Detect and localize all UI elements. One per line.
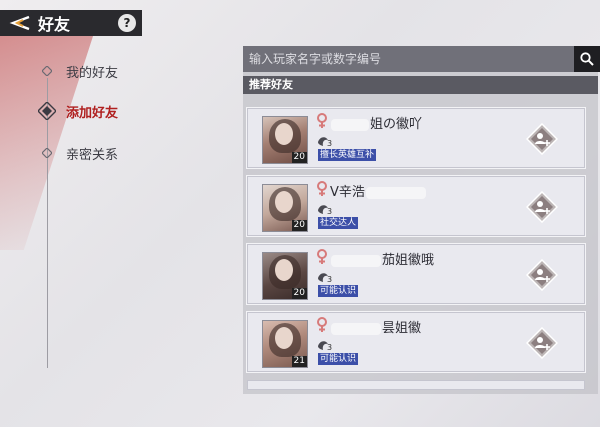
search-input[interactable]: [243, 46, 574, 72]
friend-list: 20 姐の徽吖 3 擅长英雄互补 20 V辛浩 3 社交达人 20 茄姐徽哦 3…: [246, 107, 588, 390]
back-arrow-icon[interactable]: [6, 10, 34, 36]
avatar[interactable]: 20: [262, 184, 308, 232]
add-friend-button[interactable]: [526, 327, 558, 359]
player-name: 茄姐徽哦: [330, 249, 434, 268]
rank-icon: 3: [316, 133, 332, 148]
nav-item-my-friends[interactable]: 我的好友: [38, 60, 118, 82]
friend-card[interactable]: 21 昙姐徽 3 可能认识: [246, 311, 586, 373]
name-mask: [331, 254, 381, 267]
page-title: 好友: [38, 15, 71, 34]
add-friend-button[interactable]: [526, 259, 558, 291]
avatar-face: [275, 327, 293, 349]
diamond-active-icon: [38, 102, 56, 120]
female-icon: [316, 317, 328, 337]
player-name: V辛浩: [330, 181, 427, 200]
rank-icon: 3: [316, 201, 332, 216]
add-friend-button[interactable]: [526, 191, 558, 223]
diamond-icon: [38, 62, 56, 80]
help-button[interactable]: ?: [118, 14, 136, 32]
avatar[interactable]: 20: [262, 252, 308, 300]
name-mask: [331, 322, 381, 335]
friend-tag: 社交达人: [318, 217, 359, 229]
friend-card[interactable]: 20 V辛浩 3 社交达人: [246, 175, 586, 237]
friend-tag: 可能认识: [318, 285, 359, 297]
friend-card[interactable]: 20 茄姐徽哦 3 可能认识: [246, 243, 586, 305]
player-name: 姐の徽吖: [330, 113, 422, 132]
search-icon: [580, 52, 594, 66]
avatar[interactable]: 21: [262, 320, 308, 368]
friend-tag: 可能认识: [318, 353, 359, 365]
nav-label: 添加好友: [66, 105, 119, 121]
avatar-face: [275, 259, 293, 281]
search-button[interactable]: [574, 46, 600, 72]
nav-item-intimate[interactable]: 亲密关系: [38, 142, 118, 164]
female-icon: [316, 113, 328, 133]
level-badge: 20: [291, 220, 307, 231]
avatar-face: [275, 123, 293, 145]
level-badge: 21: [291, 356, 307, 367]
name-mask: [331, 118, 369, 131]
friend-card[interactable]: 20 姐の徽吖 3 擅长英雄互补: [246, 107, 586, 169]
nav-label: 亲密关系: [66, 147, 119, 163]
section-title: 推荐好友: [243, 76, 598, 94]
header-bar: 好友 ?: [0, 10, 142, 36]
level-badge: 20: [291, 288, 307, 299]
avatar[interactable]: 20: [262, 116, 308, 164]
rank-icon: 3: [316, 337, 332, 352]
rank-icon: 3: [316, 269, 332, 284]
nav-label: 我的好友: [66, 65, 119, 81]
nav-item-add-friend[interactable]: 添加好友: [38, 100, 118, 122]
avatar-face: [275, 191, 293, 213]
level-badge: 20: [291, 152, 307, 163]
friend-card-partial: [247, 380, 585, 390]
friend-tag: 擅长英雄互补: [318, 149, 377, 161]
female-icon: [316, 249, 328, 269]
name-mask: [365, 186, 426, 199]
search-bar: [243, 46, 600, 72]
add-friend-button[interactable]: [526, 123, 558, 155]
diamond-icon: [38, 144, 56, 162]
player-name: 昙姐徽: [330, 317, 421, 336]
recommend-panel: 推荐好友 20 姐の徽吖 3 擅长英雄互补: [243, 46, 600, 394]
female-icon: [316, 181, 328, 201]
